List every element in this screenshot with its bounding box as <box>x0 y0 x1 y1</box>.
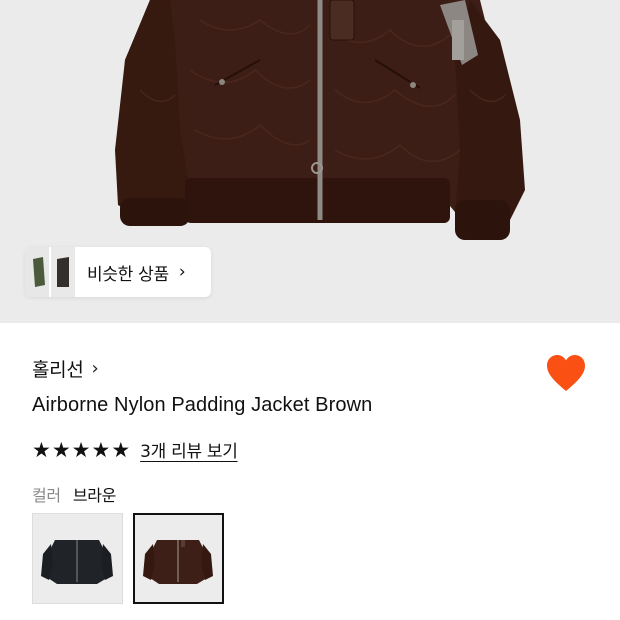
color-option-row: 컬러 브라운 <box>32 482 116 506</box>
brand-link[interactable]: 홀리선 › <box>32 355 99 382</box>
color-selected-value: 브라운 <box>72 486 117 505</box>
jacket-thumbnail-black <box>41 540 113 584</box>
chevron-right-icon: › <box>178 262 186 282</box>
similar-products-label: 비슷한 상품 <box>87 264 169 285</box>
heart-icon <box>547 355 585 391</box>
color-label: 컬러 <box>32 486 61 505</box>
rating-row: ★ ★ ★ ★ ★ 3개 리뷰 보기 <box>32 437 238 463</box>
star-icon: ★ <box>32 437 51 462</box>
product-title: Airborne Nylon Padding Jacket Brown <box>32 394 373 416</box>
star-rating: ★ ★ ★ ★ ★ <box>32 438 131 462</box>
color-swatch-black[interactable] <box>32 513 123 604</box>
chevron-right-icon: › <box>91 358 99 379</box>
jacket-thumbnail-brown <box>143 540 213 584</box>
star-icon: ★ <box>71 437 91 462</box>
star-icon: ★ <box>51 437 71 462</box>
favorite-button[interactable] <box>544 353 588 393</box>
similar-products-button[interactable]: 비슷한 상품 › <box>25 247 211 297</box>
view-reviews-link[interactable]: 3개 리뷰 보기 <box>140 437 238 462</box>
similar-products-thumbnails <box>25 247 87 297</box>
similar-thumb-green <box>25 247 49 297</box>
product-hero-image[interactable]: 비슷한 상품 › <box>0 0 620 323</box>
color-swatch-brown[interactable] <box>133 513 224 604</box>
star-icon: ★ <box>111 437 131 462</box>
brand-name: 홀리선 <box>32 359 84 381</box>
similar-thumb-dark <box>51 247 75 297</box>
star-icon: ★ <box>91 437 111 462</box>
